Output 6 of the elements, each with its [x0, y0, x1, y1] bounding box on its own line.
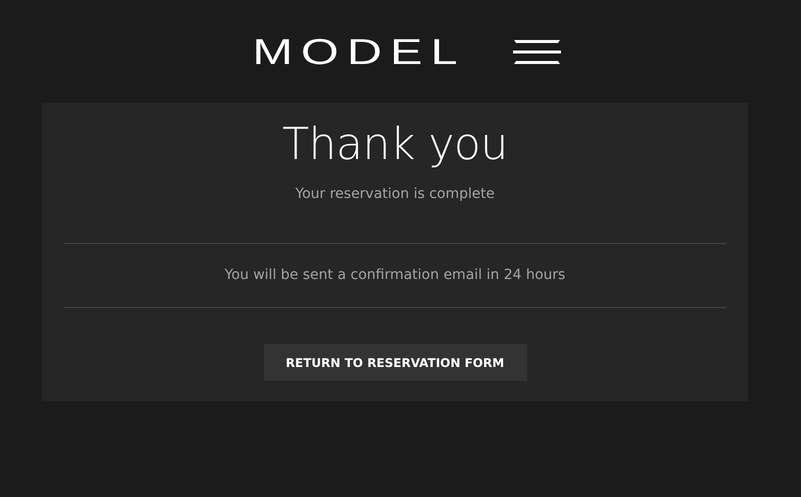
- page-title: Thank you: [282, 119, 508, 171]
- three-bars-icon: [512, 39, 561, 65]
- confirmation-message: You will be sent a confirmation email in 24 hours: [224, 266, 566, 284]
- logo-wordmark: MODEL: [252, 34, 466, 70]
- subtitle: Your reservation is complete: [295, 185, 495, 203]
- return-button[interactable]: RETURN TO RESERVATION FORM: [264, 344, 526, 381]
